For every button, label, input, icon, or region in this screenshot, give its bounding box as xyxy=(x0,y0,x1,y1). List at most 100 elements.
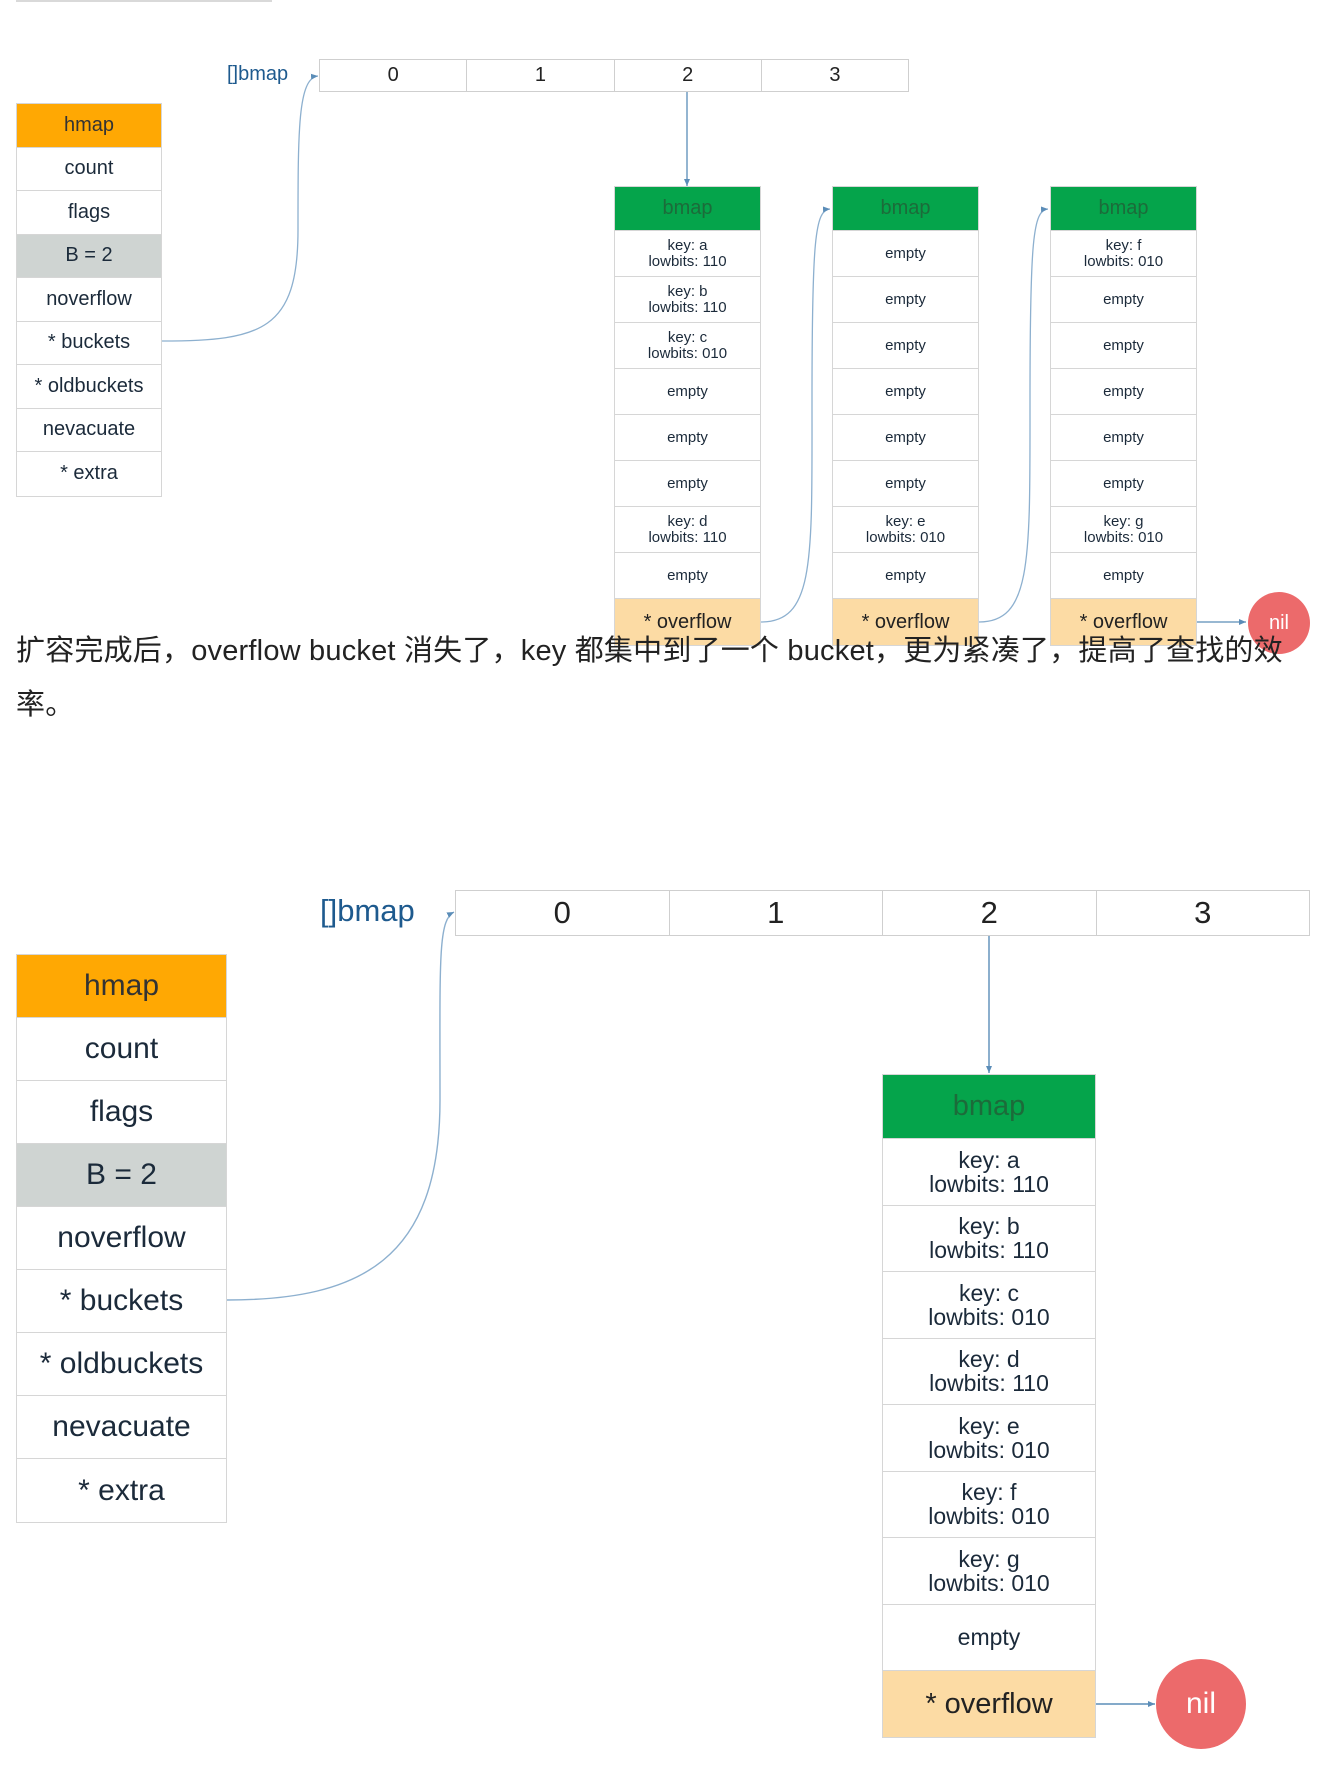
lowbits-label: lowbits: 010 xyxy=(1083,252,1164,270)
lowbits-label: lowbits: 010 xyxy=(928,1436,1050,1463)
lowbits-label: lowbits: 110 xyxy=(648,252,727,270)
hmap-field: B = 2 xyxy=(17,1144,226,1207)
empty-slot: empty xyxy=(833,461,978,507)
empty-slot: empty xyxy=(1051,415,1196,461)
empty-label: empty xyxy=(1103,566,1144,584)
hmap-field: flags xyxy=(17,1081,226,1144)
array-slot-2: 2 xyxy=(883,891,1097,935)
hmap-field: * extra xyxy=(17,452,161,496)
key-slot: key: g lowbits: 010 xyxy=(883,1538,1095,1605)
bmap-header: bmap xyxy=(833,187,978,231)
array-slot-3: 3 xyxy=(829,64,841,86)
hmap-field: * oldbuckets xyxy=(17,1333,226,1396)
hmap-field: nevacuate xyxy=(17,1396,226,1459)
empty-slot: empty xyxy=(1051,277,1196,323)
empty-slot: empty xyxy=(833,553,978,599)
hmap-header: hmap xyxy=(17,104,161,148)
empty-label: empty xyxy=(1103,336,1144,354)
empty-slot: empty xyxy=(1051,369,1196,415)
buckets-pointer-line xyxy=(226,911,455,1301)
key-slot: key: b lowbits: 110 xyxy=(615,277,760,323)
empty-label: empty xyxy=(885,336,926,354)
array-slot-1: 1 xyxy=(670,891,883,935)
key-label: key: g xyxy=(1103,512,1144,530)
lowbits-label: lowbits: 110 xyxy=(929,1170,1049,1197)
hmap-field: * extra xyxy=(17,1459,226,1522)
key-label: key: e xyxy=(958,1412,1020,1439)
key-label: key: d xyxy=(958,1346,1020,1373)
array-slot-0: 0 xyxy=(456,891,670,935)
overflow-link-2 xyxy=(978,206,1049,623)
hmap-struct: hmap count flags B = 2 noverflow * buckets * o… xyxy=(16,954,227,1523)
key-label: key: f xyxy=(1105,236,1142,254)
empty-label: empty xyxy=(667,474,708,492)
array-slot-1: 1 xyxy=(467,60,615,91)
explanation-paragraph: 扩容完成后，overflow bucket 消失了，key 都集中到了一个 bu… xyxy=(16,635,1283,721)
key-slot: key: e lowbits: 010 xyxy=(833,507,978,553)
array-slot-0: 0 xyxy=(320,60,468,91)
empty-slot: empty xyxy=(883,1604,1095,1671)
nil-node: nil xyxy=(1156,1659,1246,1749)
key-label: key: g xyxy=(958,1545,1020,1572)
empty-slot: empty xyxy=(833,415,978,461)
lowbits-label: lowbits: 010 xyxy=(647,344,728,362)
array-slot-3: 3 xyxy=(1194,895,1212,930)
empty-label: empty xyxy=(667,566,708,584)
key-label: key: c xyxy=(958,1279,1020,1306)
hmap-field: noverflow xyxy=(17,1207,226,1270)
key-slot: key: g lowbits: 010 xyxy=(1051,507,1196,553)
key-slot: key: a lowbits: 110 xyxy=(883,1139,1095,1206)
hmap-field: B = 2 xyxy=(17,234,161,278)
key-slot: key: a lowbits: 110 xyxy=(615,231,760,277)
bucket-array: 012 3 xyxy=(319,59,909,92)
empty-slot: empty xyxy=(833,231,978,277)
key-label: key: c xyxy=(667,328,708,346)
key-slot: key: f lowbits: 010 xyxy=(1051,231,1196,277)
empty-label: empty xyxy=(667,428,708,446)
empty-label: empty xyxy=(1103,474,1144,492)
bmap-bucket-1: bmap empty empty empty empty empty empty key: e… xyxy=(832,186,979,646)
empty-slot: empty xyxy=(833,277,978,323)
lowbits-label: lowbits: 010 xyxy=(928,1303,1050,1330)
empty-slot: empty xyxy=(615,461,760,507)
array-label: []bmap xyxy=(320,893,415,928)
empty-slot: empty xyxy=(833,369,978,415)
hmap-field: count xyxy=(17,147,161,191)
key-slot: key: c lowbits: 010 xyxy=(615,323,760,369)
empty-label: empty xyxy=(885,290,926,308)
bmap-bucket: bmap key: a lowbits: 110 key: b lowbits: 110… xyxy=(882,1074,1096,1738)
bmap-bucket-2: bmap key: f lowbits: 010 empty empty empty emp… xyxy=(1050,186,1197,646)
key-label: key: b xyxy=(958,1213,1020,1240)
lowbits-label: lowbits: 010 xyxy=(865,528,946,546)
key-label: key: b xyxy=(667,282,708,300)
lowbits-label: lowbits: 110 xyxy=(648,528,727,546)
lowbits-label: lowbits: 010 xyxy=(1083,528,1164,546)
bmap-bucket-0: bmap key: a lowbits: 110 key: b lowbits: 110… xyxy=(614,186,761,646)
key-slot: key: c lowbits: 010 xyxy=(883,1272,1095,1339)
empty-label: empty xyxy=(667,382,708,400)
key-slot: key: d lowbits: 110 xyxy=(615,507,760,553)
empty-label: empty xyxy=(885,244,926,262)
hmap-field: nevacuate xyxy=(17,408,161,452)
array-label: []bmap xyxy=(227,63,289,85)
empty-slot: empty xyxy=(1051,323,1196,369)
empty-label: empty xyxy=(885,382,926,400)
empty-label: empty xyxy=(885,474,926,492)
bucket-array: 012 3 xyxy=(455,890,1310,936)
key-label: key: a xyxy=(958,1146,1020,1173)
empty-label: empty xyxy=(957,1624,1021,1651)
lowbits-label: lowbits: 010 xyxy=(928,1569,1050,1596)
key-slot: key: b lowbits: 110 xyxy=(883,1205,1095,1272)
buckets-pointer-line xyxy=(161,73,319,342)
hmap-field: flags xyxy=(17,191,161,235)
bmap-header: bmap xyxy=(615,187,760,231)
empty-label: empty xyxy=(1103,290,1144,308)
overflow-pointer: * overflow xyxy=(883,1671,1095,1737)
hmap-field: * oldbuckets xyxy=(17,365,161,409)
key-slot: key: e lowbits: 010 xyxy=(883,1405,1095,1472)
empty-slot: empty xyxy=(1051,553,1196,599)
empty-label: empty xyxy=(885,428,926,446)
empty-label: empty xyxy=(1103,428,1144,446)
key-slot: key: f lowbits: 010 xyxy=(883,1471,1095,1538)
hmap-field: noverflow xyxy=(17,278,161,322)
